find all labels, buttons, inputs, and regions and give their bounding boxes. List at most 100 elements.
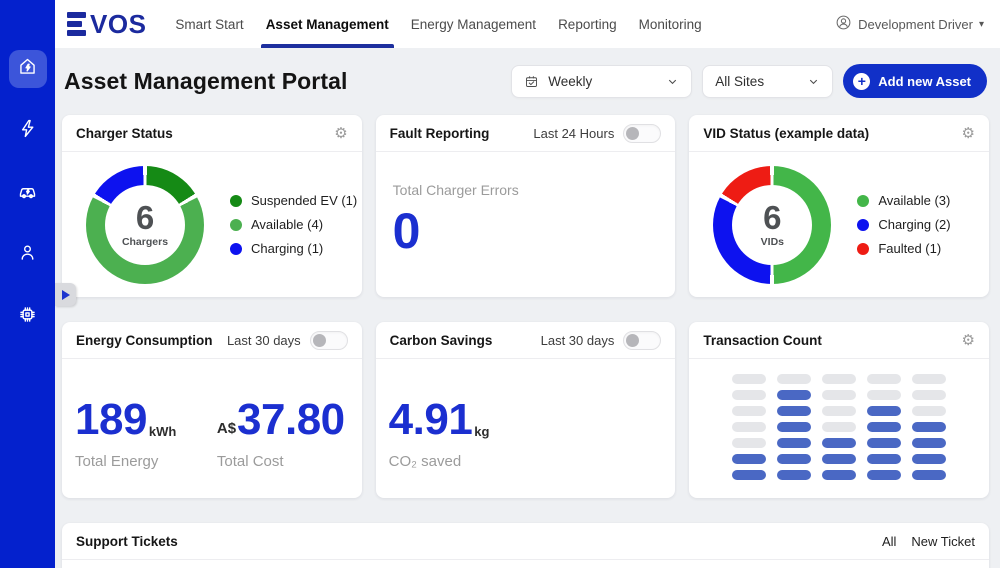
chevron-down-icon [807, 75, 820, 88]
energy-consumption-card: Energy Consumption Last 30 days 189 kWh … [62, 322, 362, 498]
evos-logo-text: VOS [90, 11, 146, 37]
last-30-days-toggle[interactable] [310, 331, 348, 350]
bar-segment-filled [777, 422, 811, 432]
bar-segment-empty [732, 438, 766, 448]
carbon-savings-header: Carbon Savings Last 30 days [376, 322, 676, 359]
sidebar-item-ev-chargers[interactable] [9, 174, 47, 212]
site-select[interactable]: All Sites [702, 65, 833, 98]
card-title: Support Tickets [76, 534, 178, 549]
legend-dot [857, 243, 869, 255]
support-tickets-body [62, 560, 989, 568]
bar-segment-empty [732, 374, 766, 384]
bar-segment-filled [912, 438, 946, 448]
ev-car-icon [17, 180, 38, 206]
nav-item-monitoring[interactable]: Monitoring [628, 0, 713, 48]
main-content: Asset Management Portal Weekly All Sites… [55, 48, 1000, 568]
bar-segment-filled [732, 470, 766, 480]
last-24-hours-toggle[interactable] [623, 124, 661, 143]
gear-icon[interactable]: ⚙ [334, 126, 347, 141]
charger-status-card: Charger Status ⚙ 6 Chargers Suspended EV… [62, 115, 362, 297]
caret-down-icon: ▾ [979, 19, 984, 30]
toggle-label: Last 24 Hours [533, 126, 614, 141]
sidebar-expand-handle[interactable] [55, 283, 76, 306]
nav-item-asset-management[interactable]: Asset Management [255, 0, 400, 48]
main-nav: Smart Start Asset Management Energy Mana… [164, 0, 712, 48]
sidebar-item-users[interactable] [9, 236, 47, 274]
vid-status-donut-chart: 6 VIDs [713, 166, 831, 284]
bar-segment-empty [912, 374, 946, 384]
legend-dot [230, 243, 242, 255]
sidebar-item-home[interactable] [9, 50, 47, 88]
plus-icon: + [853, 73, 870, 90]
donut-center-label: VIDs [761, 236, 784, 248]
gear-icon[interactable]: ⚙ [962, 333, 975, 348]
co2-saved-value: 4.91 [389, 399, 473, 441]
bar-segment-empty [732, 422, 766, 432]
legend-item: Faulted (1) [857, 241, 950, 256]
legend-item: Suspended EV (1) [230, 193, 357, 208]
dashboard-grid: Charger Status ⚙ 6 Chargers Suspended EV… [62, 115, 989, 568]
total-cost-label: Total Cost [217, 453, 345, 470]
new-ticket-button[interactable]: New Ticket [911, 534, 975, 549]
co2-saved-unit: kg [474, 424, 489, 441]
carbon-savings-card: Carbon Savings Last 30 days 4.91 kg CO₂ … [376, 322, 676, 498]
co2-saved-metric: 4.91 kg CO₂ saved [389, 399, 490, 470]
bar-segment-filled [867, 470, 901, 480]
energy-consumption-body: 189 kWh Total Energy A$ 37.80 Total Cost [62, 359, 362, 470]
donut-center-label: Chargers [122, 236, 168, 248]
legend-item: Charging (1) [230, 241, 357, 256]
calendar-icon [524, 74, 539, 89]
bar-segment-filled [912, 454, 946, 464]
sidebar [0, 0, 55, 568]
legend-dot [857, 219, 869, 231]
nav-item-reporting[interactable]: Reporting [547, 0, 628, 48]
home-icon [17, 56, 38, 82]
bar-segment-filled [777, 406, 811, 416]
fault-reporting-header: Fault Reporting Last 24 Hours [376, 115, 676, 152]
sidebar-item-energy[interactable] [9, 112, 47, 150]
last-30-days-toggle[interactable] [623, 331, 661, 350]
bar-segment-empty [822, 422, 856, 432]
bar-segment-empty [732, 390, 766, 400]
card-title: Transaction Count [703, 333, 822, 348]
evos-logo[interactable]: VOS [67, 11, 146, 37]
vid-status-body: 6 VIDs Available (3) Charging (2) Faulted … [689, 152, 989, 297]
period-select[interactable]: Weekly [511, 65, 692, 98]
bar-segment-empty [822, 406, 856, 416]
user-menu[interactable]: Development Driver ▾ [835, 14, 984, 34]
gear-icon[interactable]: ⚙ [962, 126, 975, 141]
sidebar-item-devices[interactable] [9, 298, 47, 336]
charger-status-header: Charger Status ⚙ [62, 115, 362, 152]
metric-caption: Total Charger Errors [393, 182, 659, 198]
nav-item-smart-start[interactable]: Smart Start [164, 0, 254, 48]
total-cost-metric: A$ 37.80 Total Cost [217, 399, 345, 470]
bar-segment-empty [867, 390, 901, 400]
bar-segment-filled [777, 390, 811, 400]
page-header: Asset Management Portal Weekly All Sites… [64, 64, 987, 98]
fault-reporting-body: Total Charger Errors 0 [376, 152, 676, 256]
legend-item: Available (3) [857, 193, 950, 208]
card-title: Fault Reporting [390, 126, 490, 141]
total-energy-value: 189 [75, 399, 147, 441]
support-tickets-card: Support Tickets All New Ticket [62, 523, 989, 568]
bar-segment-empty [912, 390, 946, 400]
period-select-value: Weekly [548, 74, 592, 89]
charger-status-donut-chart: 6 Chargers [86, 166, 204, 284]
total-energy-unit: kWh [149, 424, 176, 441]
add-new-asset-button[interactable]: + Add new Asset [843, 64, 987, 98]
nav-item-energy-management[interactable]: Energy Management [400, 0, 547, 48]
bar-segment-filled [732, 454, 766, 464]
legend-label: Charging (2) [878, 217, 950, 232]
support-filter-all[interactable]: All [882, 534, 896, 549]
bar-segment-empty [777, 374, 811, 384]
transaction-count-header: Transaction Count ⚙ [689, 322, 989, 359]
add-new-asset-label: Add new Asset [878, 74, 971, 89]
legend-item: Charging (2) [857, 217, 950, 232]
support-tickets-header: Support Tickets All New Ticket [62, 523, 989, 560]
transaction-count-card: Transaction Count ⚙ [689, 322, 989, 498]
header-controls: Weekly All Sites + Add new Asset [511, 64, 987, 98]
chevron-down-icon [666, 75, 679, 88]
energy-consumption-header: Energy Consumption Last 30 days [62, 322, 362, 359]
legend-label: Charging (1) [251, 241, 323, 256]
legend-label: Available (4) [251, 217, 323, 232]
